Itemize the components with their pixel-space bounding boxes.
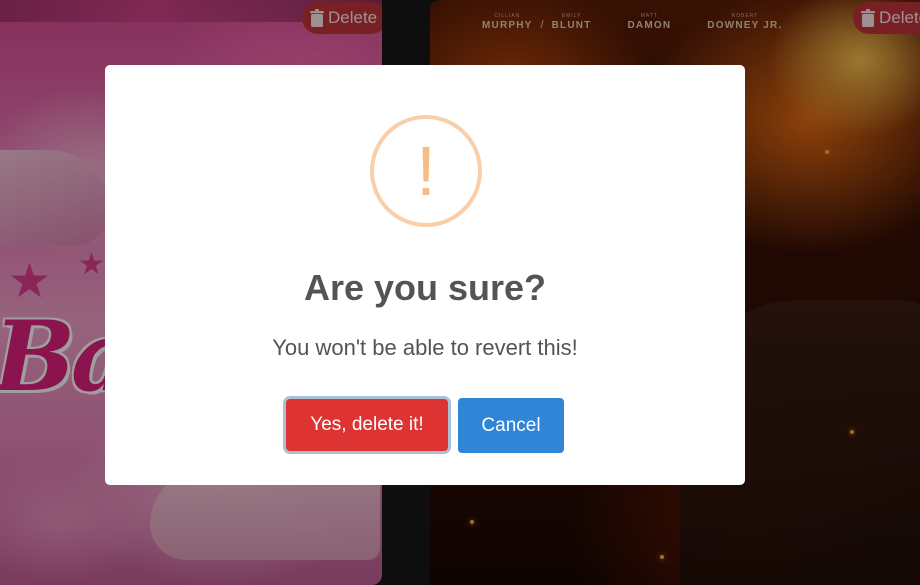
cancel-button[interactable]: Cancel [458, 398, 564, 453]
confirm-delete-dialog: ! Are you sure? You won't be able to rev… [105, 65, 745, 485]
dialog-message: You won't be able to revert this! [272, 335, 578, 360]
dialog-actions: Yes, delete it! Cancel [105, 398, 745, 453]
confirm-delete-button[interactable]: Yes, delete it! [286, 399, 448, 451]
exclamation-icon: ! [416, 132, 436, 210]
dialog-title: Are you sure? [303, 267, 547, 308]
movie-gallery-page: ★ ★ Ba Delete CILLIAN MURPHY / EMILY BLU… [0, 0, 920, 585]
warning-icon: ! [370, 115, 482, 227]
